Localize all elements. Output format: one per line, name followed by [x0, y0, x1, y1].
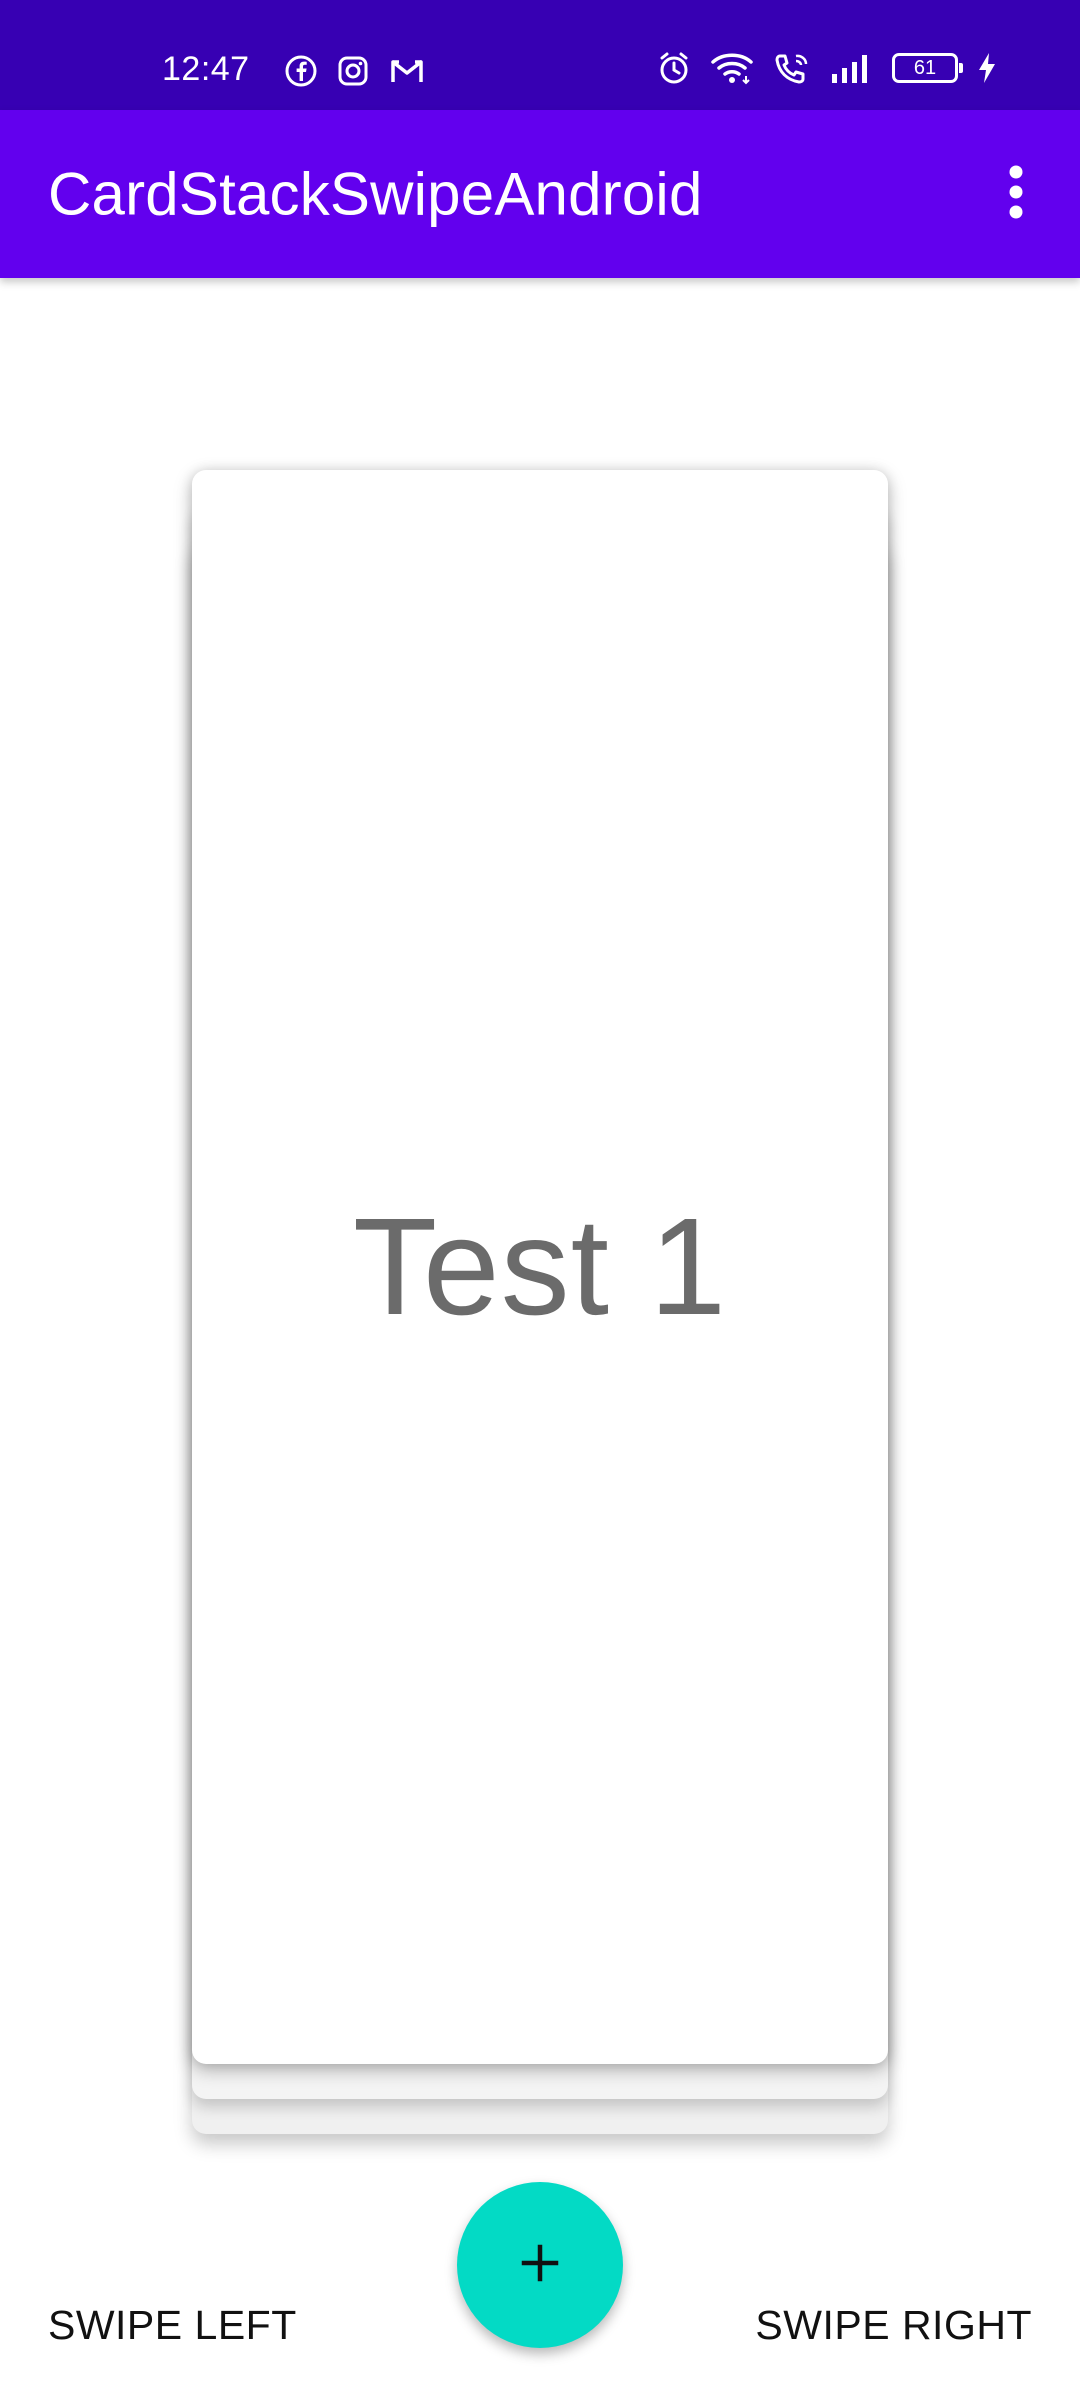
add-icon: [520, 2243, 560, 2288]
wifi-icon: [710, 50, 754, 86]
facebook-icon: [284, 54, 318, 88]
app-bar: CardStackSwipeAndroid: [0, 110, 1080, 278]
signal-icon: [830, 52, 874, 84]
status-time: 12:47: [162, 50, 250, 88]
swipe-left-button[interactable]: SWIPE LEFT: [48, 2302, 297, 2349]
app-title: CardStackSwipeAndroid: [48, 160, 703, 228]
card-stack: Test 1: [192, 470, 888, 2134]
system-icons: 61: [656, 50, 998, 86]
card-text: Test 1: [352, 1189, 728, 1344]
add-card-fab[interactable]: [457, 2182, 623, 2348]
top-card[interactable]: Test 1: [192, 470, 888, 2064]
alarm-icon: [656, 50, 692, 86]
instagram-icon: [336, 54, 370, 88]
wifi-call-icon: [772, 50, 812, 86]
gmail-icon: [388, 54, 426, 88]
charging-icon: [976, 51, 998, 85]
overflow-menu-button[interactable]: [990, 154, 1042, 234]
status-bar: 12:47 61: [0, 0, 1080, 110]
battery-icon: 61: [892, 53, 963, 83]
swipe-right-button[interactable]: SWIPE RIGHT: [755, 2302, 1032, 2349]
more-vert-icon: [1008, 164, 1024, 225]
notification-icons: [284, 54, 426, 88]
